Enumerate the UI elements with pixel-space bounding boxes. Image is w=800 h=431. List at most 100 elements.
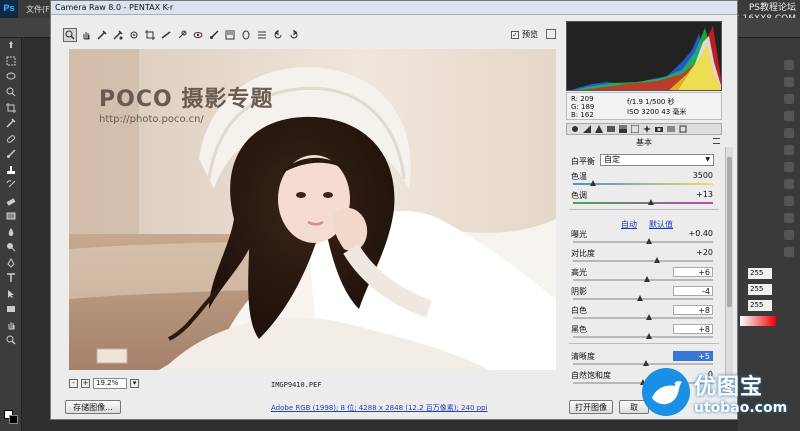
slider-track[interactable]: [573, 317, 713, 319]
panel-icon[interactable]: [784, 60, 794, 70]
zoom-out-button[interactable]: -: [69, 379, 78, 388]
color-field-r[interactable]: 255: [748, 268, 772, 279]
panel-icon[interactable]: [784, 128, 794, 138]
color-ramp[interactable]: [740, 316, 776, 326]
tone-curve-tab-icon[interactable]: [581, 125, 592, 134]
effects-tab-icon[interactable]: [641, 125, 652, 134]
rotate-right-icon[interactable]: [287, 28, 301, 42]
slider-thumb[interactable]: [654, 257, 660, 263]
slider-value-field[interactable]: +13: [673, 190, 713, 199]
eyedropper-tool-icon[interactable]: [0, 116, 22, 132]
scrollbar-handle[interactable]: [727, 157, 732, 307]
slider-value-field[interactable]: +20: [673, 248, 713, 257]
preview-toggle[interactable]: ✓ 预览: [511, 29, 538, 40]
path-select-tool-icon[interactable]: [0, 286, 22, 302]
zoom-tool-icon[interactable]: [0, 333, 22, 349]
brush-tool-icon[interactable]: [0, 147, 22, 163]
zoom-dropdown-icon[interactable]: ▾: [130, 379, 139, 388]
move-tool-icon[interactable]: [0, 38, 22, 54]
slider-track[interactable]: [573, 241, 713, 243]
white-balance-select[interactable]: 自定 ▼: [600, 154, 714, 166]
healing-tool-icon[interactable]: [0, 131, 22, 147]
shape-tool-icon[interactable]: [0, 302, 22, 318]
color-field-b[interactable]: 255: [748, 300, 772, 311]
panel-icon[interactable]: [784, 213, 794, 223]
hand-tool-icon[interactable]: [0, 317, 22, 333]
slider-thumb[interactable]: [589, 180, 596, 186]
lens-tab-icon[interactable]: [629, 125, 640, 134]
panel-icon[interactable]: [784, 179, 794, 189]
panel-icon[interactable]: [784, 145, 794, 155]
zoom-in-button[interactable]: +: [81, 379, 90, 388]
slider-track[interactable]: [573, 202, 713, 204]
rotate-left-icon[interactable]: [271, 28, 285, 42]
gradient-tool-icon[interactable]: [0, 209, 22, 225]
panel-icon[interactable]: [784, 94, 794, 104]
slider-thumb[interactable]: [645, 314, 652, 320]
preview-checkbox[interactable]: ✓: [511, 30, 519, 39]
dodge-tool-icon[interactable]: [0, 240, 22, 256]
image-preview[interactable]: POCO 摄影专题 http://photo.poco.cn/: [69, 49, 556, 370]
blur-tool-icon[interactable]: [0, 224, 22, 240]
detail-tab-icon[interactable]: [593, 125, 604, 134]
slider-track[interactable]: [573, 279, 713, 281]
zoom-level-field[interactable]: 19.2%: [93, 378, 127, 389]
slider-thumb[interactable]: [645, 333, 652, 339]
slider-track[interactable]: [573, 260, 713, 262]
targeted-adjust-tool-icon[interactable]: [127, 28, 141, 42]
presets-tab-icon[interactable]: [665, 125, 676, 134]
slider-track[interactable]: [573, 336, 713, 338]
adjustment-brush-icon[interactable]: [207, 28, 221, 42]
crop-tool-icon[interactable]: [0, 100, 22, 116]
panel-icon[interactable]: [784, 77, 794, 87]
graduated-filter-icon[interactable]: [223, 28, 237, 42]
zoom-tool-icon[interactable]: [63, 28, 77, 42]
hsl-tab-icon[interactable]: [605, 125, 616, 134]
eraser-tool-icon[interactable]: [0, 193, 22, 209]
pen-tool-icon[interactable]: [0, 255, 22, 271]
slider-thumb[interactable]: [645, 238, 652, 244]
slider-value-field[interactable]: +8: [673, 305, 713, 315]
white-balance-tool-icon[interactable]: [95, 28, 109, 42]
slider-thumb[interactable]: [637, 295, 644, 301]
panel-icon[interactable]: [784, 247, 794, 257]
save-image-button[interactable]: 存储图像...: [65, 400, 121, 414]
preferences-icon[interactable]: [255, 28, 269, 42]
crop-tool-icon[interactable]: [143, 28, 157, 42]
radial-filter-icon[interactable]: [239, 28, 253, 42]
clone-stamp-tool-icon[interactable]: [0, 162, 22, 178]
slider-value-field[interactable]: +6: [673, 267, 713, 277]
background-color-swatch[interactable]: [9, 415, 18, 424]
color-sampler-tool-icon[interactable]: [111, 28, 125, 42]
camera-calibration-tab-icon[interactable]: [653, 125, 664, 134]
panel-scrollbar[interactable]: [725, 147, 733, 387]
panel-icon[interactable]: [784, 230, 794, 240]
split-toning-tab-icon[interactable]: [617, 125, 628, 134]
color-field-g[interactable]: 255: [748, 284, 772, 295]
basic-tab-icon[interactable]: [569, 125, 580, 134]
marquee-tool-icon[interactable]: [0, 54, 22, 70]
type-tool-icon[interactable]: [0, 271, 22, 287]
panel-icon[interactable]: [784, 196, 794, 206]
red-eye-tool-icon[interactable]: [191, 28, 205, 42]
straighten-tool-icon[interactable]: [159, 28, 173, 42]
spot-removal-tool-icon[interactable]: [175, 28, 189, 42]
panel-menu-icon[interactable]: [713, 138, 720, 144]
quick-select-tool-icon[interactable]: [0, 85, 22, 101]
fullscreen-icon[interactable]: [546, 29, 556, 39]
lasso-tool-icon[interactable]: [0, 69, 22, 85]
open-image-button[interactable]: 打开图像: [569, 400, 613, 414]
slider-value-field[interactable]: -4: [673, 286, 713, 296]
slider-thumb[interactable]: [648, 199, 655, 205]
snapshots-tab-icon[interactable]: [677, 125, 688, 134]
menu-file[interactable]: 文件(F): [26, 4, 53, 15]
panel-icon[interactable]: [784, 111, 794, 121]
history-brush-tool-icon[interactable]: [0, 178, 22, 194]
slider-value-field[interactable]: 3500: [673, 171, 713, 180]
slider-value-field[interactable]: +5: [673, 351, 713, 361]
panel-icon[interactable]: [784, 162, 794, 172]
slider-value-field[interactable]: +0.40: [673, 229, 713, 238]
hand-tool-icon[interactable]: [79, 28, 93, 42]
slider-value-field[interactable]: +8: [673, 324, 713, 334]
workflow-options-link[interactable]: Adobe RGB (1998); 8 位; 4288 x 2848 (12.2…: [271, 403, 488, 413]
